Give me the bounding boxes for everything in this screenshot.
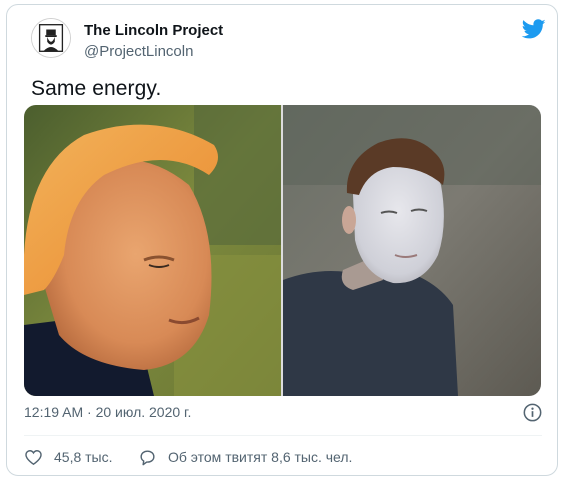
lincoln-silhouette-icon [32,19,70,57]
likes-count: 45,8 тыс. [54,449,113,465]
photo-orange-face[interactable] [24,105,281,396]
like-button[interactable]: 45,8 тыс. [24,446,113,468]
divider [24,435,542,436]
tweet-media[interactable] [24,105,541,396]
tweet-timestamp[interactable]: 12:19 AM · 20 июл. 2020 г. [24,404,191,420]
info-icon[interactable] [523,403,542,422]
author-handle[interactable]: @ProjectLincoln [84,43,193,60]
comment-bubble-icon [138,448,157,467]
author-name[interactable]: The Lincoln Project [84,22,223,39]
photo-pale-face[interactable] [283,105,541,396]
heart-icon [24,448,43,467]
reply-button[interactable]: Об этом твитят 8,6 тыс. чел. [138,446,352,468]
author-avatar[interactable] [31,18,71,58]
tweet-text: Same energy. [31,77,162,100]
twitter-bird-icon[interactable] [521,17,547,41]
reply-count-label: Об этом твитят 8,6 тыс. чел. [168,449,353,465]
